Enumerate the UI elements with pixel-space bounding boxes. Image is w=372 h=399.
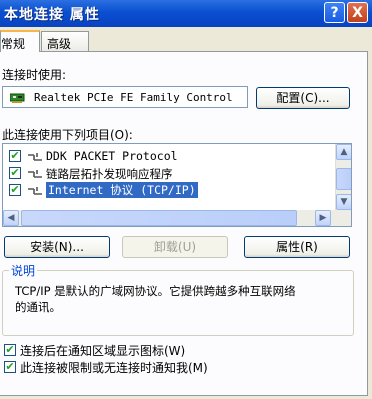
scroll-down-icon[interactable]: ▼ [336,194,351,210]
tab-general[interactable]: 常规 [0,30,40,52]
scroll-right-icon[interactable]: ▶ [315,210,331,226]
tab-general-label: 常规 [1,37,26,51]
general-panel: 连接时使用: Realtek PCIe FE Family Control 配置… [0,51,368,396]
description-text-line1: TCP/IP 是默认的广域网协议。它提供跨越多种互联网络 [15,284,296,298]
adapter-name: Realtek PCIe FE Family Control [34,91,233,104]
connect-using-label: 连接时使用: [2,68,67,82]
list-item-label-selected: Internet 协议 (TCP/IP) [46,182,198,198]
items-label: 此连接使用下列项目(O): [2,128,133,142]
help-button[interactable]: ? [324,2,345,23]
components-list[interactable]: ✔ DDK PACKET Protocol ✔ 链路层拓扑发现响应程序 ✔ In… [2,143,352,227]
scroll-up-icon[interactable]: ▲ [336,144,351,160]
list-item-ddk[interactable]: ✔ DDK PACKET Protocol [3,148,323,165]
checkbox-tcpip[interactable]: ✔ [9,184,21,196]
scroll-left-icon[interactable]: ◀ [3,210,19,226]
properties-button[interactable]: 属性(R) [244,236,350,258]
checkbox-ddk[interactable]: ✔ [9,150,21,162]
option-show-icon-label: 连接后在通知区域显示图标(W) [20,344,186,358]
description-title: 说明 [9,262,38,279]
checkbox-show-icon[interactable]: ✔ [4,344,16,356]
horizontal-scroll-thumb[interactable] [21,210,297,226]
network-adapter-icon [9,92,26,103]
option-notify[interactable]: ✔ 此连接被限制或无连接时通知我(M) [2,359,302,375]
protocol-icon [27,185,43,195]
list-item-tcpip[interactable]: ✔ Internet 协议 (TCP/IP) [3,182,323,199]
uninstall-button[interactable]: 卸载(U) [122,236,228,258]
option-notify-label: 此连接被限制或无连接时通知我(M) [20,361,208,375]
protocol-icon [27,168,43,178]
checkbox-lltd[interactable]: ✔ [9,167,21,179]
horizontal-scrollbar[interactable]: ◀ ▶ [3,210,351,226]
title-bar[interactable]: 本地连接 属性 ? X [0,0,372,27]
install-button[interactable]: 安装(N)... [4,236,110,258]
adapter-field: Realtek PCIe FE Family Control [2,86,248,108]
vertical-scrollbar[interactable]: ▲ ▼ [335,144,351,210]
description-text-line2: 的通讯。 [15,300,61,314]
option-show-icon[interactable]: ✔ 连接后在通知区域显示图标(W) [2,342,302,358]
list-item-label: 链路层拓扑发现响应程序 [46,167,173,181]
tab-advanced[interactable]: 高级 [41,31,89,51]
tab-advanced-label: 高级 [47,37,72,51]
description-group: 说明 TCP/IP 是默认的广域网协议。它提供跨越多种互联网络 的通讯。 [2,262,354,336]
protocol-icon [27,151,43,161]
list-item-label: DDK PACKET Protocol [46,149,178,163]
configure-button[interactable]: 配置(C)... [256,87,350,109]
checkbox-notify[interactable]: ✔ [4,361,16,373]
list-item-lltd[interactable]: ✔ 链路层拓扑发现响应程序 [3,165,323,182]
window-title: 本地连接 属性 [4,7,100,23]
vertical-scroll-thumb[interactable] [336,168,351,190]
close-button[interactable]: X [347,2,368,23]
